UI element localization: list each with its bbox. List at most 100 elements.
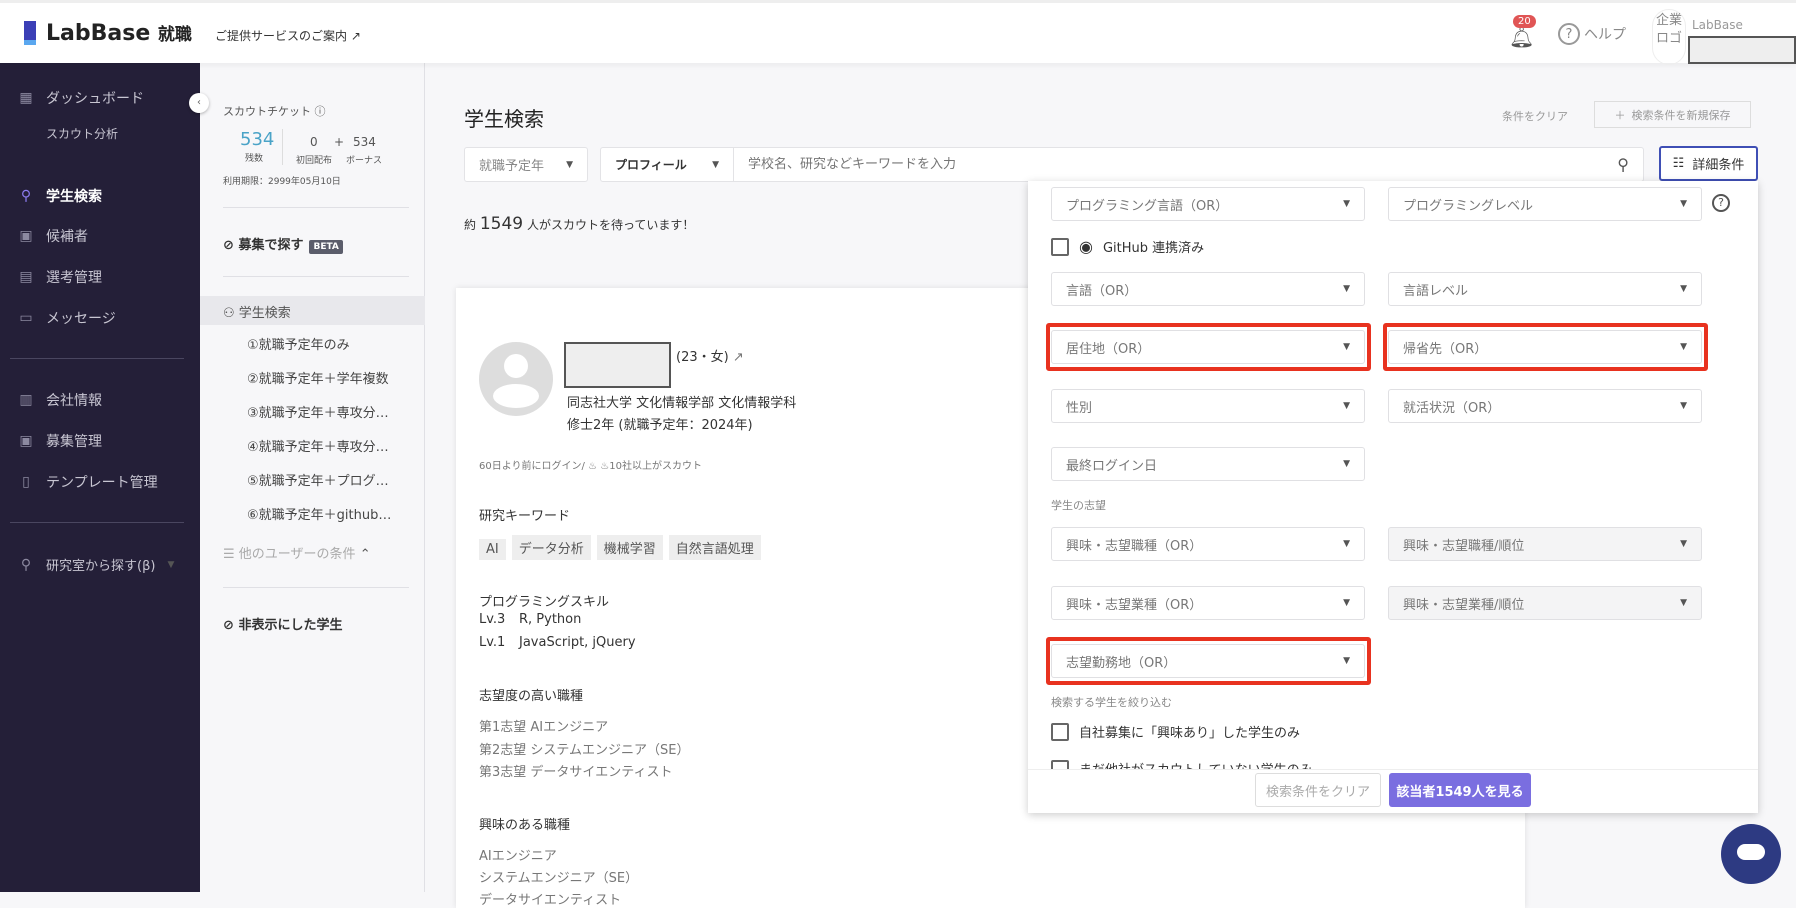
detail-conditions-button[interactable]: ☷ 詳細条件: [1659, 146, 1758, 181]
divider: [223, 276, 409, 277]
nav-label: 選考管理: [46, 270, 102, 286]
nav-label: 候補者: [46, 229, 88, 245]
industry-rank-select[interactable]: 興味・志望業種/順位 ▼: [1388, 586, 1702, 620]
nav-lab-search[interactable]: ⚲ 研究室から探す(β) ▼: [18, 555, 175, 575]
not-scouted-checkbox[interactable]: まだ他社がスカウトしていない学生のみ: [1051, 759, 1451, 769]
checkbox[interactable]: [1051, 759, 1069, 769]
checkbox[interactable]: [1051, 722, 1069, 741]
gender-select[interactable]: 性別 ▼: [1051, 389, 1365, 423]
caret-down-icon: ▼: [1680, 284, 1687, 294]
help-icon[interactable]: ?: [1712, 194, 1730, 212]
programming-level-select[interactable]: プログラミングレベル ▼: [1388, 187, 1702, 221]
grade: 修士2年 (就職予定年：2024年): [567, 418, 753, 433]
caret-down-icon: ▼: [1343, 539, 1350, 549]
top-header: LabBase 就職 ご提供サービスのご案内 ↗ 🔔︎ 20 ? ヘルプ 企業ロゴ…: [0, 0, 1796, 65]
interest-item: システムエンジニア（SE）: [479, 871, 639, 886]
nav-scout-analysis[interactable]: スカウト分析: [46, 125, 118, 142]
nav-company[interactable]: ▥ 会社情報: [18, 390, 102, 410]
search-icon[interactable]: ⚲: [1603, 155, 1643, 174]
nav-messages[interactable]: ▭ メッセージ: [18, 308, 116, 328]
github-icon: ◉: [1079, 237, 1093, 256]
nav-label: メッセージ: [46, 311, 116, 327]
caret-down-icon: ▼: [1343, 459, 1350, 469]
interest-item: AIエンジニア: [479, 849, 557, 864]
language-level-select[interactable]: 言語レベル ▼: [1388, 272, 1702, 306]
candidate-icon: ▣: [19, 228, 33, 244]
clear-search-button[interactable]: 検索条件をクリア: [1255, 773, 1381, 807]
nav-selection[interactable]: ▤ 選考管理: [18, 267, 102, 287]
school: 同志社大学 文化情報学部 文化情報学科: [567, 396, 797, 411]
keyword-search-input[interactable]: [734, 157, 1604, 172]
skill-row: Lv.1 JavaScript, jQuery: [479, 635, 636, 650]
search-bar: プロフィール▼ ⚲: [600, 147, 1644, 182]
caret-down-icon: ▼: [1343, 401, 1350, 411]
nav-recruit[interactable]: ▣ 募集管理: [18, 431, 102, 451]
wishes-title: 志望度の高い職種: [479, 689, 584, 704]
other-users-toggle[interactable]: ☰ 他のユーザーの条件 ⌃: [223, 543, 371, 562]
github-checkbox[interactable]: ◉ GitHub 連携済み: [1051, 237, 1204, 256]
search-icon: ⚲: [20, 188, 32, 204]
external-link-icon[interactable]: ↗: [733, 350, 744, 365]
bonus-count: 534: [353, 135, 376, 149]
work-location-select[interactable]: 志望勤務地（OR） ▼: [1051, 644, 1365, 678]
eye-off-icon: ⊘: [223, 618, 234, 633]
initial-label: 初回配布: [296, 156, 333, 166]
info-icon[interactable]: ⓘ: [315, 105, 326, 118]
nav-divider: [10, 522, 184, 523]
recruit-search-link[interactable]: ⊘ 募集で探す BETA: [223, 234, 343, 254]
saved-search-item[interactable]: ①就職予定年のみ: [247, 334, 350, 353]
services-link[interactable]: ご提供サービスのご案内 ↗: [215, 27, 361, 44]
chat-support-button[interactable]: [1721, 824, 1781, 884]
caret-down-icon: ▼: [167, 559, 175, 570]
saved-search-item[interactable]: ⑥就職予定年＋github…: [247, 504, 391, 523]
nav-divider: [10, 358, 184, 359]
user-search-icon: ⚇: [223, 306, 235, 321]
sliders-icon: ☷: [1672, 156, 1685, 171]
language-select[interactable]: 言語（OR） ▼: [1051, 272, 1365, 306]
selection-icon: ▤: [19, 269, 33, 285]
save-search-button[interactable]: ＋検索条件を新規保存: [1594, 101, 1751, 128]
bell-icon[interactable]: 🔔︎: [1509, 25, 1534, 49]
profile-select[interactable]: プロフィール ▼: [601, 148, 734, 181]
job-status-select[interactable]: 就活状況（OR） ▼: [1388, 389, 1702, 423]
hometown-select[interactable]: 帰省先（OR） ▼: [1388, 330, 1702, 364]
saved-search-item[interactable]: ④就職予定年＋専攻分…: [247, 436, 389, 455]
caret-down-icon: ▼: [1680, 539, 1687, 549]
company-logo[interactable]: 企業ロゴ: [1652, 9, 1686, 65]
help-button[interactable]: ? ヘルプ: [1558, 23, 1626, 45]
collapse-sidebar-button[interactable]: ‹: [189, 93, 209, 113]
programming-language-select[interactable]: プログラミング言語（OR） ▼: [1051, 187, 1365, 221]
brand-logo[interactable]: LabBase 就職: [46, 20, 192, 46]
clear-conditions-link[interactable]: 条件をクリア: [1502, 108, 1568, 124]
redacted-student-name[interactable]: [564, 342, 671, 388]
job-type-select[interactable]: 興味・志望職種（OR） ▼: [1051, 527, 1365, 561]
interested-only-checkbox[interactable]: 自社募集に「興味あり」した学生のみ: [1051, 722, 1300, 741]
remaining-count: 534: [240, 129, 275, 150]
caret-down-icon: ▼: [1680, 598, 1687, 608]
year-select[interactable]: 就職予定年 ▼: [464, 147, 588, 182]
saved-search-item[interactable]: ⑤就職予定年＋プログ…: [247, 470, 389, 489]
industry-select[interactable]: 興味・志望業種（OR） ▼: [1051, 586, 1365, 620]
job-type-rank-select[interactable]: 興味・志望職種/順位 ▼: [1388, 527, 1702, 561]
student-search-label[interactable]: ⚇ 学生検索: [223, 302, 291, 321]
bonus-label: ボーナス: [346, 156, 383, 166]
nav-candidates[interactable]: ▣ 候補者: [18, 226, 88, 246]
nav-student-search[interactable]: ⚲ 学生検索: [18, 186, 102, 206]
residence-select[interactable]: 居住地（OR） ▼: [1051, 330, 1365, 364]
checkbox[interactable]: [1051, 237, 1069, 256]
saved-search-item[interactable]: ②就職予定年＋学年複数: [247, 368, 389, 387]
redacted-account-name[interactable]: [1688, 36, 1796, 64]
fire-icon: ♨: [600, 461, 610, 472]
caret-down-icon: ▼: [1680, 199, 1687, 209]
show-results-button[interactable]: 該当者1549人を見る: [1389, 773, 1531, 807]
result-count: 約 1549 人がスカウトを待っています！: [464, 214, 695, 234]
hidden-students-link[interactable]: ⊘ 非表示にした学生: [223, 614, 342, 633]
caret-down-icon: ▼: [1343, 598, 1350, 608]
saved-search-item[interactable]: ③就職予定年＋専攻分…: [247, 402, 389, 421]
initial-count: 0: [310, 135, 318, 149]
dashboard-icon: ▦: [19, 90, 33, 106]
last-login-select[interactable]: 最終ログイン日 ▼: [1051, 447, 1365, 481]
document-icon: ▯: [22, 474, 30, 490]
nav-dashboard[interactable]: ▦ ダッシュボード: [18, 88, 144, 108]
nav-templates[interactable]: ▯ テンプレート管理: [18, 472, 157, 492]
